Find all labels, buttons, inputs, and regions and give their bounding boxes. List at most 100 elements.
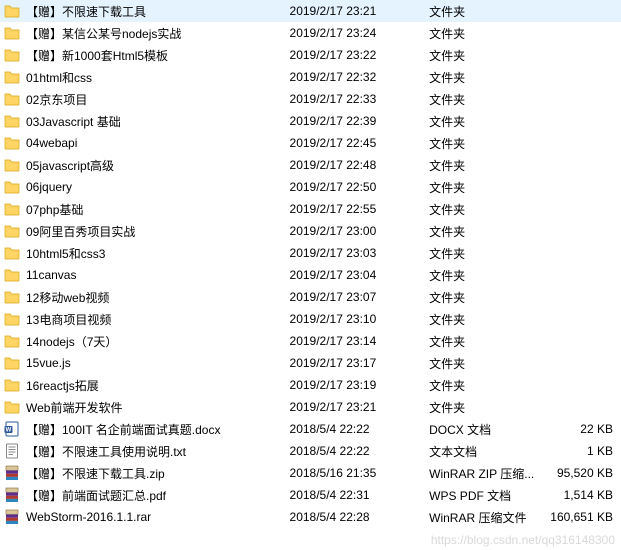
file-name: 09阿里百秀项目实战 bbox=[26, 223, 290, 240]
file-name: 【赠】某信公某号nodejs实战 bbox=[26, 25, 290, 42]
folder-icon bbox=[4, 135, 20, 151]
file-type: 文本文档 bbox=[429, 443, 547, 460]
file-date: 2019/2/17 23:03 bbox=[290, 246, 430, 260]
watermark-text: https://blog.csdn.net/qq316148300 bbox=[431, 533, 615, 547]
folder-icon bbox=[4, 47, 20, 63]
file-name: 03Javascript 基础 bbox=[26, 113, 290, 130]
file-date: 2018/5/4 22:31 bbox=[290, 488, 430, 502]
file-row[interactable]: 09阿里百秀项目实战2019/2/17 23:00文件夹 bbox=[0, 220, 621, 242]
file-row[interactable]: 01html和css2019/2/17 22:32文件夹 bbox=[0, 66, 621, 88]
file-type: 文件夹 bbox=[429, 69, 547, 86]
file-type: 文件夹 bbox=[429, 157, 547, 174]
word-doc-icon bbox=[4, 421, 20, 437]
file-type: WinRAR ZIP 压缩... bbox=[429, 465, 547, 482]
file-row[interactable]: 【赠】某信公某号nodejs实战2019/2/17 23:24文件夹 bbox=[0, 22, 621, 44]
file-name: 01html和css bbox=[26, 69, 290, 86]
folder-icon bbox=[4, 157, 20, 173]
file-row[interactable]: WebStorm-2016.1.1.rar2018/5/4 22:28WinRA… bbox=[0, 506, 621, 528]
file-row[interactable]: 【赠】不限速下载工具2019/2/17 23:21文件夹 bbox=[0, 0, 621, 22]
file-size: 1 KB bbox=[547, 444, 621, 458]
file-date: 2019/2/17 23:07 bbox=[290, 290, 430, 304]
file-date: 2019/2/17 22:55 bbox=[290, 202, 430, 216]
file-row[interactable]: 11canvas2019/2/17 23:04文件夹 bbox=[0, 264, 621, 286]
file-type: 文件夹 bbox=[429, 245, 547, 262]
file-row[interactable]: 【赠】前端面试题汇总.pdf2018/5/4 22:31WPS PDF 文档1,… bbox=[0, 484, 621, 506]
file-type: WinRAR 压缩文件 bbox=[429, 509, 547, 526]
archive-icon bbox=[4, 465, 20, 481]
folder-icon bbox=[4, 113, 20, 129]
file-date: 2019/2/17 23:24 bbox=[290, 26, 430, 40]
file-date: 2019/2/17 23:22 bbox=[290, 48, 430, 62]
file-name: 02京东项目 bbox=[26, 91, 290, 108]
file-row[interactable]: 【赠】不限速下载工具.zip2018/5/16 21:35WinRAR ZIP … bbox=[0, 462, 621, 484]
file-row[interactable]: 02京东项目2019/2/17 22:33文件夹 bbox=[0, 88, 621, 110]
file-type: 文件夹 bbox=[429, 223, 547, 240]
file-type: 文件夹 bbox=[429, 333, 547, 350]
file-row[interactable]: 03Javascript 基础2019/2/17 22:39文件夹 bbox=[0, 110, 621, 132]
file-type: DOCX 文档 bbox=[429, 421, 547, 438]
file-name: Web前端开发软件 bbox=[26, 399, 290, 416]
file-row[interactable]: 14nodejs（7天）2019/2/17 23:14文件夹 bbox=[0, 330, 621, 352]
file-name: 15vue.js bbox=[26, 356, 290, 370]
file-row[interactable]: 07php基础2019/2/17 22:55文件夹 bbox=[0, 198, 621, 220]
file-type: 文件夹 bbox=[429, 91, 547, 108]
file-date: 2019/2/17 22:33 bbox=[290, 92, 430, 106]
folder-icon bbox=[4, 333, 20, 349]
file-date: 2018/5/4 22:22 bbox=[290, 444, 430, 458]
file-date: 2019/2/17 23:00 bbox=[290, 224, 430, 238]
folder-icon bbox=[4, 377, 20, 393]
file-date: 2019/2/17 23:17 bbox=[290, 356, 430, 370]
file-date: 2019/2/17 23:21 bbox=[290, 400, 430, 414]
file-row[interactable]: Web前端开发软件2019/2/17 23:21文件夹 bbox=[0, 396, 621, 418]
file-date: 2019/2/17 22:48 bbox=[290, 158, 430, 172]
file-name: 10html5和css3 bbox=[26, 245, 290, 262]
file-type: 文件夹 bbox=[429, 135, 547, 152]
pdf-icon bbox=[4, 487, 20, 503]
file-name: 【赠】新1000套Html5模板 bbox=[26, 47, 290, 64]
file-type: 文件夹 bbox=[429, 201, 547, 218]
file-row[interactable]: 05javascript高级2019/2/17 22:48文件夹 bbox=[0, 154, 621, 176]
file-row[interactable]: 10html5和css32019/2/17 23:03文件夹 bbox=[0, 242, 621, 264]
file-row[interactable]: 【赠】不限速工具使用说明.txt2018/5/4 22:22文本文档1 KB bbox=[0, 440, 621, 462]
file-date: 2019/2/17 23:10 bbox=[290, 312, 430, 326]
file-type: 文件夹 bbox=[429, 311, 547, 328]
folder-icon bbox=[4, 3, 20, 19]
file-type: 文件夹 bbox=[429, 355, 547, 372]
file-date: 2018/5/16 21:35 bbox=[290, 466, 430, 480]
file-type: 文件夹 bbox=[429, 399, 547, 416]
file-row[interactable]: 06jquery2019/2/17 22:50文件夹 bbox=[0, 176, 621, 198]
file-row[interactable]: 04webapi2019/2/17 22:45文件夹 bbox=[0, 132, 621, 154]
folder-icon bbox=[4, 289, 20, 305]
file-row[interactable]: 【赠】新1000套Html5模板2019/2/17 23:22文件夹 bbox=[0, 44, 621, 66]
file-row[interactable]: 12移动web视频2019/2/17 23:07文件夹 bbox=[0, 286, 621, 308]
file-type: 文件夹 bbox=[429, 25, 547, 42]
file-name: 07php基础 bbox=[26, 201, 290, 218]
folder-icon bbox=[4, 245, 20, 261]
file-name: 05javascript高级 bbox=[26, 157, 290, 174]
file-row[interactable]: 15vue.js2019/2/17 23:17文件夹 bbox=[0, 352, 621, 374]
file-type: WPS PDF 文档 bbox=[429, 487, 547, 504]
file-row[interactable]: 【赠】100IT 名企前端面试真题.docx2018/5/4 22:22DOCX… bbox=[0, 418, 621, 440]
text-file-icon bbox=[4, 443, 20, 459]
file-row[interactable]: 16reactjs拓展2019/2/17 23:19文件夹 bbox=[0, 374, 621, 396]
archive-icon bbox=[4, 509, 20, 525]
file-size: 160,651 KB bbox=[547, 510, 621, 524]
file-date: 2019/2/17 22:39 bbox=[290, 114, 430, 128]
file-type: 文件夹 bbox=[429, 113, 547, 130]
folder-icon bbox=[4, 25, 20, 41]
file-name: 14nodejs（7天） bbox=[26, 333, 290, 350]
file-name: 【赠】不限速工具使用说明.txt bbox=[26, 443, 290, 460]
file-name: 【赠】不限速下载工具 bbox=[26, 3, 290, 20]
file-name: 13电商项目视频 bbox=[26, 311, 290, 328]
file-type: 文件夹 bbox=[429, 179, 547, 196]
file-list: 【赠】不限速下载工具2019/2/17 23:21文件夹【赠】某信公某号node… bbox=[0, 0, 621, 528]
file-type: 文件夹 bbox=[429, 377, 547, 394]
file-date: 2019/2/17 22:32 bbox=[290, 70, 430, 84]
file-date: 2019/2/17 23:14 bbox=[290, 334, 430, 348]
file-row[interactable]: 13电商项目视频2019/2/17 23:10文件夹 bbox=[0, 308, 621, 330]
folder-icon bbox=[4, 355, 20, 371]
folder-icon bbox=[4, 267, 20, 283]
file-date: 2018/5/4 22:28 bbox=[290, 510, 430, 524]
file-name: 【赠】不限速下载工具.zip bbox=[26, 465, 290, 482]
folder-icon bbox=[4, 311, 20, 327]
